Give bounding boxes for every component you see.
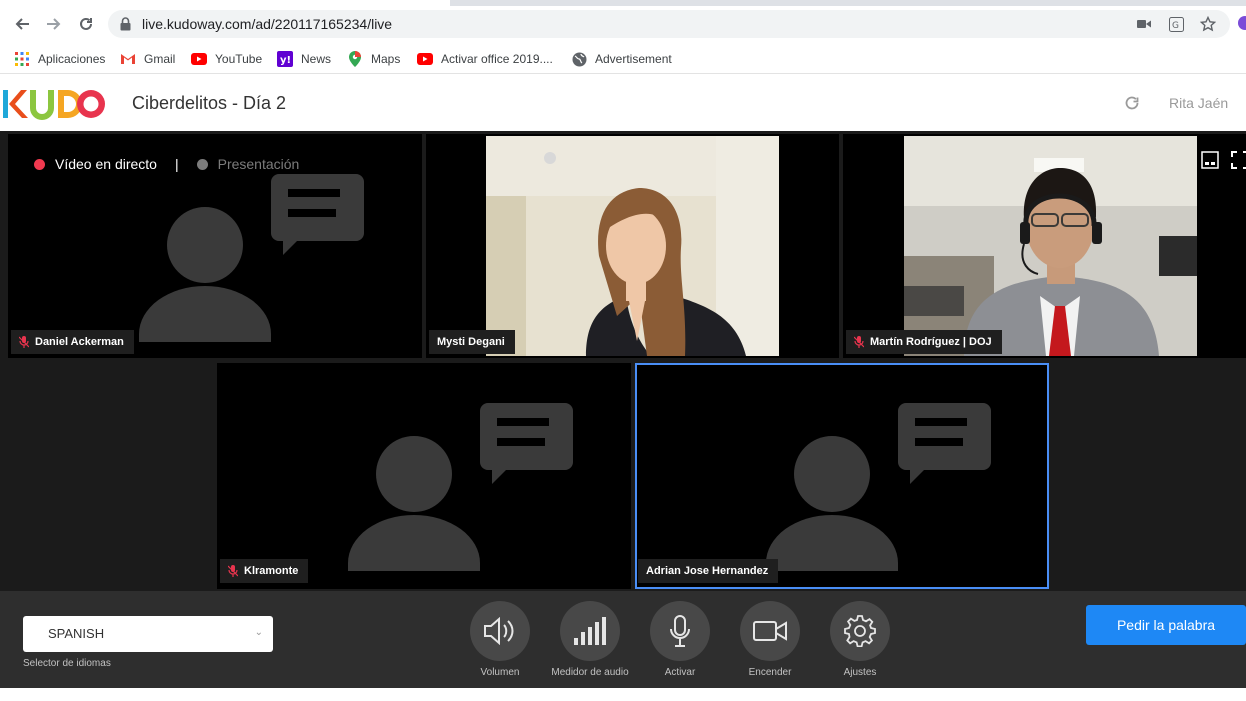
- url-text: live.kudoway.com/ad/220117165234/live: [142, 16, 393, 32]
- presentation-tab[interactable]: Presentación: [218, 156, 300, 172]
- participant-name-tag: Martín Rodríguez | DOJ: [846, 330, 1002, 354]
- avatar-placeholder-icon: [348, 403, 573, 571]
- bookmark-youtube[interactable]: YouTube: [191, 48, 262, 70]
- bookmarks-bar: Aplicaciones Gmail YouTube y! News Maps …: [0, 46, 1246, 74]
- separator: |: [174, 156, 179, 172]
- microphone-icon[interactable]: [650, 601, 710, 661]
- camera-icon[interactable]: [740, 601, 800, 661]
- reload-icon: [80, 17, 92, 30]
- address-bar[interactable]: live.kudoway.com/ad/220117165234/live G: [108, 10, 1230, 38]
- bookmark-maps[interactable]: Maps: [347, 48, 400, 70]
- activate-mic-button[interactable]: Activar: [640, 601, 720, 678]
- participant-tile[interactable]: Martín Rodríguez | DOJ: [843, 134, 1246, 358]
- camera-button[interactable]: Encender: [730, 601, 810, 678]
- view-mode-switch: Vídeo en directo | Presentación: [34, 156, 299, 172]
- page-bottom: [0, 688, 1246, 701]
- forward-button[interactable]: [42, 12, 66, 36]
- fullscreen-icon[interactable]: [1231, 151, 1246, 174]
- participant-tile[interactable]: Klramonte: [217, 363, 631, 589]
- presentation-dot: [196, 158, 208, 170]
- active-tab[interactable]: [0, 0, 450, 6]
- bookmark-label: News: [301, 52, 332, 66]
- pip-icon[interactable]: [1201, 151, 1219, 174]
- participant-tile[interactable]: Mysti Degani: [426, 134, 839, 358]
- bookmark-star-icon[interactable]: [1200, 16, 1216, 32]
- lock-icon: [120, 17, 131, 36]
- user-name[interactable]: Rita Jaén: [1169, 95, 1228, 111]
- translate-icon[interactable]: G: [1168, 16, 1184, 32]
- profile-avatar[interactable]: [1238, 16, 1246, 30]
- participant-name-tag: Klramonte: [220, 559, 309, 583]
- apps-grid-icon: [14, 51, 30, 67]
- audio-meter-icon[interactable]: [560, 601, 620, 661]
- avatar-placeholder-icon: [766, 403, 991, 571]
- back-button[interactable]: [10, 12, 34, 36]
- speaker-icon[interactable]: [470, 601, 530, 661]
- youtube-icon: [191, 51, 207, 67]
- participant-name: Adrian Jose Hernandez: [646, 565, 769, 577]
- refresh-icon[interactable]: [1124, 95, 1140, 116]
- bookmark-label: Maps: [371, 52, 401, 66]
- gear-icon[interactable]: [830, 601, 890, 661]
- language-value: SPANISH: [48, 626, 105, 641]
- participant-name: Klramonte: [244, 565, 299, 577]
- muted-mic-icon: [19, 336, 29, 348]
- bookmark-label: Activar office 2019....: [441, 52, 553, 66]
- camera-label: Encender: [748, 667, 792, 678]
- bookmark-label: YouTube: [215, 52, 263, 66]
- volume-label: Volumen: [480, 667, 520, 678]
- bookmark-news[interactable]: y! News: [277, 48, 331, 70]
- yahoo-icon: y!: [277, 51, 293, 67]
- audio-meter-button[interactable]: Medidor de audio: [550, 601, 630, 678]
- language-selector-caption: Selector de idiomas: [23, 658, 111, 669]
- chevron-down-icon: ⌄: [254, 627, 263, 638]
- participant-name: Mysti Degani: [437, 336, 505, 348]
- participant-name: Daniel Ackerman: [35, 336, 124, 348]
- language-selector[interactable]: SPANISH ⌄: [23, 616, 273, 652]
- tab-strip: [0, 0, 1246, 6]
- muted-mic-icon: [854, 336, 864, 348]
- bookmark-gmail[interactable]: Gmail: [120, 48, 175, 70]
- bookmark-label: Gmail: [144, 52, 176, 66]
- avatar-placeholder-icon: [139, 174, 364, 342]
- kudo-logo[interactable]: [3, 87, 105, 121]
- settings-label: Ajustes: [843, 667, 877, 678]
- participant-tile[interactable]: Vídeo en directo | Presentación Daniel A…: [8, 134, 422, 358]
- svg-text:y!: y!: [280, 55, 291, 66]
- maps-pin-icon: [347, 51, 363, 67]
- event-title: Ciberdelitos - Día 2: [132, 93, 287, 113]
- bookmark-advertisement[interactable]: Advertisement: [571, 48, 672, 70]
- participant-video: [486, 136, 779, 356]
- bookmark-label: Advertisement: [595, 52, 672, 66]
- participant-name-tag: Adrian Jose Hernandez: [638, 559, 779, 583]
- participant-name: Martín Rodríguez | DOJ: [870, 336, 992, 348]
- activate-label: Activar: [664, 667, 696, 678]
- svg-text:G: G: [1172, 21, 1179, 31]
- volume-button[interactable]: Volumen: [460, 601, 540, 678]
- live-indicator-dot: [34, 158, 45, 170]
- participant-video: [904, 136, 1197, 356]
- globe-icon: [571, 51, 587, 67]
- request-floor-button[interactable]: Pedir la palabra: [1086, 605, 1246, 645]
- browser-toolbar: live.kudoway.com/ad/220117165234/live G: [0, 0, 1246, 46]
- muted-mic-icon: [228, 565, 238, 577]
- bookmark-label: Aplicaciones: [38, 52, 106, 66]
- reload-button[interactable]: [74, 12, 98, 36]
- participant-tile-active[interactable]: Adrian Jose Hernandez: [635, 363, 1049, 589]
- bookmark-apps[interactable]: Aplicaciones: [14, 48, 105, 70]
- settings-button[interactable]: Ajustes: [820, 601, 900, 678]
- app-header: Ciberdelitos - Día 2 Rita Jaén: [0, 75, 1246, 131]
- control-bar: SPANISH ⌄ Selector de idiomas Volumen Me…: [0, 591, 1246, 688]
- video-stage: Vídeo en directo | Presentación Daniel A…: [0, 131, 1246, 591]
- participant-name-tag: Daniel Ackerman: [11, 330, 134, 354]
- forward-arrow-icon: [47, 18, 61, 30]
- youtube-icon: [417, 51, 433, 67]
- bookmark-activar-office[interactable]: Activar office 2019....: [417, 48, 553, 70]
- gmail-icon: [120, 51, 136, 67]
- participant-name-tag: Mysti Degani: [429, 330, 515, 354]
- back-arrow-icon: [15, 18, 29, 30]
- camera-permission-icon[interactable]: [1136, 16, 1152, 32]
- audio-meter-label: Medidor de audio: [551, 667, 629, 678]
- live-video-tab[interactable]: Vídeo en directo: [55, 156, 157, 172]
